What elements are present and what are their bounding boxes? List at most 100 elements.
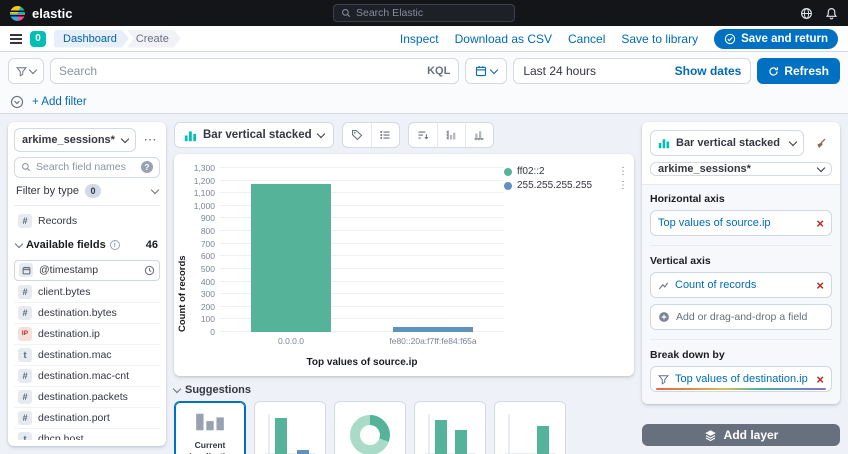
bottom-axis-icon[interactable] xyxy=(465,123,493,147)
legend-item[interactable]: ff02::2⋮ xyxy=(504,166,628,177)
horizontal-axis-dimension[interactable]: Top values of source.ip × xyxy=(650,210,832,236)
legend-settings-icon[interactable] xyxy=(371,123,399,147)
y-tick-label: 200 xyxy=(201,302,215,312)
field-item[interactable]: #destination.port xyxy=(14,408,160,429)
elastic-logo-icon xyxy=(10,6,25,21)
dimension-label[interactable]: Top values of destination.ip xyxy=(675,373,810,385)
available-fields-count: 46 xyxy=(146,239,158,251)
y-tick-label: 600 xyxy=(201,251,215,261)
left-axis-icon[interactable] xyxy=(437,123,465,147)
value-labels-icon[interactable] xyxy=(343,123,371,147)
metric-icon xyxy=(658,280,669,291)
saved-query-menu-button[interactable] xyxy=(8,58,44,84)
field-search: ? xyxy=(14,157,160,178)
dimension-label[interactable]: Top values of source.ip xyxy=(658,217,810,229)
field-item[interactable]: #destination.packets xyxy=(14,387,160,408)
bar-segment[interactable] xyxy=(393,327,473,332)
remove-dimension-icon[interactable]: × xyxy=(816,279,824,292)
field-item[interactable]: IPdestination.ip xyxy=(14,324,160,345)
available-fields-header[interactable]: Available fields i 46 xyxy=(14,237,160,254)
cancel-button[interactable]: Cancel xyxy=(568,32,605,46)
elastic-home-link[interactable]: elastic xyxy=(10,6,72,21)
date-quick-select-button[interactable] xyxy=(465,58,507,84)
suggestion-card-bar-right[interactable] xyxy=(494,401,566,454)
suggestions-toggle[interactable]: Suggestions xyxy=(174,384,251,396)
suggestion-card-bar[interactable] xyxy=(254,401,326,454)
layer-chart-type-picker[interactable]: Bar vertical stacked xyxy=(650,130,804,156)
field-type-icon: # xyxy=(18,285,32,299)
menu-icon[interactable] xyxy=(10,34,22,44)
filter-by-type-count-badge: 0 xyxy=(85,184,101,198)
field-search-info-icon[interactable]: ? xyxy=(141,161,153,173)
field-name: destination.mac-cnt xyxy=(38,370,156,382)
data-view-picker[interactable]: arkime_sessions* xyxy=(14,128,136,152)
filter-by-type-button[interactable]: Filter by type 0 xyxy=(14,183,160,200)
save-to-library-button[interactable]: Save to library xyxy=(621,32,698,46)
clear-layer-icon[interactable] xyxy=(808,131,832,155)
add-layer-button[interactable]: Add layer xyxy=(642,424,840,446)
legend-more-icon[interactable]: ⋮ xyxy=(618,180,628,191)
bar-segment[interactable] xyxy=(251,184,331,332)
kql-language-button[interactable]: KQL xyxy=(427,65,450,77)
breadcrumb-create: Create xyxy=(127,30,181,48)
visualization-panel[interactable]: Count of records 01002003004005006007008… xyxy=(174,154,634,376)
globe-icon[interactable] xyxy=(800,7,813,20)
nav-bar: 0 Dashboard Create Inspect Download as C… xyxy=(0,26,848,52)
info-icon[interactable]: i xyxy=(110,240,120,250)
time-range-picker[interactable]: Last 24 hours Show dates xyxy=(513,58,751,84)
layer-data-view-picker[interactable]: arkime_sessions* xyxy=(650,162,832,176)
x-tick-label: fe80::20a:f7ff:fe84:f65a xyxy=(389,336,476,346)
add-field-button[interactable]: Add or drag-and-drop a field xyxy=(650,304,832,330)
field-item[interactable]: #destination.bytes xyxy=(14,303,160,324)
remove-dimension-icon[interactable]: × xyxy=(816,373,824,386)
y-tick-label: 800 xyxy=(201,226,215,236)
layer-panel: Bar vertical stacked arkime_sessions* Ho… xyxy=(642,122,840,404)
suggestion-card-bars2[interactable] xyxy=(414,401,486,454)
chart-type-switcher[interactable]: Bar vertical stacked xyxy=(174,122,334,148)
field-item[interactable]: @timestamp xyxy=(14,260,160,281)
save-and-return-button[interactable]: Save and return xyxy=(714,29,838,49)
field-item[interactable]: #client.bytes xyxy=(14,282,160,303)
refresh-label: Refresh xyxy=(784,64,829,78)
global-search[interactable] xyxy=(333,4,515,22)
dimension-label[interactable]: Count of records xyxy=(675,279,810,291)
notifications-icon[interactable] xyxy=(825,7,838,20)
legend-item[interactable]: 255.255.255.255⋮ xyxy=(504,180,628,191)
sort-icon[interactable] xyxy=(409,123,437,147)
add-filter-link[interactable]: + Add filter xyxy=(32,96,87,108)
field-search-input[interactable] xyxy=(36,161,136,173)
vertical-axis-group: Vertical axis Count of records × Add or … xyxy=(650,245,832,330)
bar-right-preview-icon xyxy=(501,407,559,454)
suggestion-card-current[interactable]: Current visualization xyxy=(174,401,246,454)
filter-by-type-label: Filter by type xyxy=(16,185,79,197)
breadcrumb-dashboard[interactable]: Dashboard xyxy=(54,30,129,48)
chevron-down-icon xyxy=(29,65,37,73)
field-item[interactable]: #destination.mac-cnt xyxy=(14,366,160,387)
legend-color-dot xyxy=(504,182,512,190)
layer-chart-type-label: Bar vertical stacked xyxy=(676,137,784,149)
legend-more-icon[interactable]: ⋮ xyxy=(618,166,628,177)
field-item[interactable]: tdestination.mac xyxy=(14,345,160,366)
field-name: destination.ip xyxy=(38,328,156,340)
time-filter-icon[interactable] xyxy=(144,265,155,276)
time-range-value[interactable]: Last 24 hours xyxy=(523,64,596,78)
inspect-button[interactable]: Inspect xyxy=(400,32,439,46)
field-name: @timestamp xyxy=(39,264,138,276)
global-search-input[interactable] xyxy=(356,7,507,19)
filter-options-icon[interactable] xyxy=(10,95,24,109)
vertical-axis-dimension[interactable]: Count of records × xyxy=(650,272,832,298)
download-csv-button[interactable]: Download as CSV xyxy=(455,32,552,46)
data-view-menu-icon[interactable]: ⋯ xyxy=(140,130,160,150)
query-input[interactable] xyxy=(59,64,421,78)
records-field-item[interactable]: # Records xyxy=(14,211,160,232)
suggestions-row: Current visualization xyxy=(174,401,634,454)
remove-dimension-icon[interactable]: × xyxy=(816,217,824,230)
breakdown-dimension[interactable]: Top values of destination.ip × xyxy=(650,366,832,392)
space-avatar[interactable]: 0 xyxy=(30,31,46,47)
refresh-button[interactable]: Refresh xyxy=(757,58,840,84)
breadcrumb: Dashboard Create xyxy=(54,30,181,48)
field-item[interactable]: tdhcp.host xyxy=(14,429,160,440)
bar-chart-icon xyxy=(184,129,197,142)
show-dates-button[interactable]: Show dates xyxy=(675,64,742,78)
suggestion-card-donut[interactable] xyxy=(334,401,406,454)
